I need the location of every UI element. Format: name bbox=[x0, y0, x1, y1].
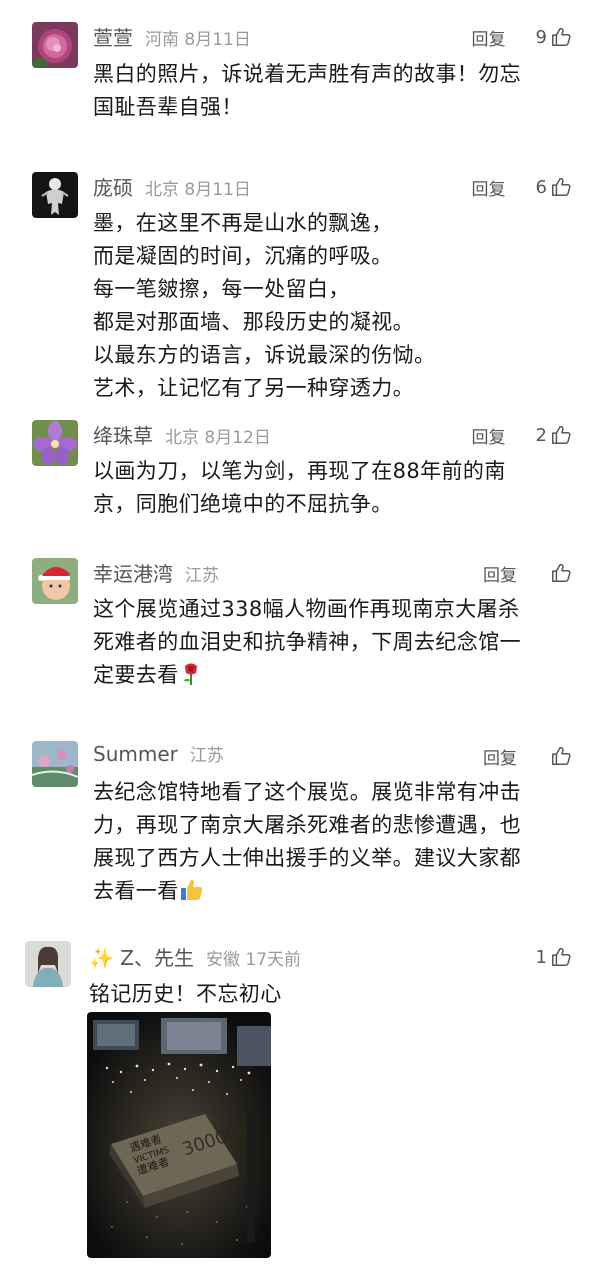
comment-line: 以最东方的语言，诉说最深的伤恸。 bbox=[93, 343, 436, 367]
like-button[interactable] bbox=[547, 562, 572, 584]
comment-line: 墨，在这里不再是山水的飘逸， bbox=[93, 211, 393, 235]
location-date: 江苏 bbox=[189, 746, 224, 766]
username[interactable]: 庞硕 bbox=[93, 172, 133, 201]
location-date: 安徽 17天前 bbox=[205, 950, 302, 970]
comment-meta: ✨ Z、先生 安徽 17天前 bbox=[89, 942, 301, 972]
comment-line: 去纪念馆特地看了这个展览。展览非常有冲击 bbox=[93, 780, 521, 804]
like-count: 9 bbox=[535, 26, 547, 48]
comment-line: 黑白的照片，诉说着无声胜有声的故事！勿忘 bbox=[93, 62, 521, 86]
comment-line: 展现了西方人士伸出援手的义举。建议大家都 bbox=[93, 846, 521, 870]
location-date: 北京 8月11日 bbox=[145, 180, 251, 200]
thumbs-up-icon bbox=[552, 947, 571, 966]
avatar[interactable] bbox=[32, 172, 78, 218]
comment-actions: 回复 2 bbox=[472, 420, 572, 450]
comment-meta: 庞硕 北京 8月11日 bbox=[93, 172, 251, 202]
comment-actions: 回复 bbox=[483, 558, 572, 588]
comment-actions: 回复 9 bbox=[472, 22, 572, 52]
like-count: 2 bbox=[535, 424, 547, 446]
like-count: 1 bbox=[535, 946, 547, 968]
reply-button[interactable]: 回复 bbox=[483, 744, 517, 769]
comment-text: 这个展览通过338幅人物画作再现南京大屠杀 死难者的血泪史和抗争精神，下周去纪念… bbox=[93, 593, 521, 692]
comment-text: 以画为刀，以笔为剑，再现了在88年前的南 京，同胞们绝境中的不屈抗争。 bbox=[93, 455, 506, 521]
reply-button[interactable]: 回复 bbox=[483, 561, 517, 586]
comment-line: 去看一看 bbox=[93, 875, 521, 908]
comment-line: 这个展览通过338幅人物画作再现南京大屠杀 bbox=[93, 597, 520, 621]
comment-line: 都是对那面墙、那段历史的凝视。 bbox=[93, 310, 414, 334]
avatar[interactable] bbox=[32, 420, 78, 466]
username-text: ✨ Z、先生 bbox=[89, 946, 194, 970]
comment-meta: 幸运港湾 江苏 bbox=[93, 558, 219, 588]
username[interactable]: ✨ Z、先生 bbox=[89, 942, 194, 971]
avatar[interactable] bbox=[32, 558, 78, 604]
comment-actions: 回复 bbox=[483, 741, 572, 771]
thumbs-up-icon bbox=[552, 425, 571, 444]
comment-photo[interactable]: 遇难者 VICTIMS 遭难者 300000 bbox=[87, 1012, 271, 1258]
comment-line: 铭记历史！不忘初心 bbox=[89, 982, 282, 1006]
comment-line: 定要去看 bbox=[93, 659, 521, 692]
reply-button[interactable]: 回复 bbox=[472, 25, 506, 50]
comment-line: 京，同胞们绝境中的不屈抗争。 bbox=[93, 492, 393, 516]
reply-button[interactable]: 回复 bbox=[472, 175, 506, 200]
comment-line: 艺术，让记忆有了另一种穿透力。 bbox=[93, 376, 414, 400]
thumbs-up-icon bbox=[552, 746, 571, 765]
comment-meta: 绛珠草 北京 8月12日 bbox=[93, 420, 271, 450]
thumbs-up-icon bbox=[552, 177, 571, 196]
location-date: 北京 8月12日 bbox=[165, 428, 271, 448]
username[interactable]: Summer bbox=[93, 742, 178, 766]
comment-text: 铭记历史！不忘初心 bbox=[89, 978, 282, 1011]
comment-actions: 回复 6 bbox=[472, 172, 572, 202]
avatar[interactable] bbox=[25, 941, 71, 987]
thumbs-up-icon bbox=[552, 563, 571, 582]
like-button[interactable] bbox=[547, 745, 572, 767]
comment-line: 以画为刀，以笔为剑，再现了在88年前的南 bbox=[93, 459, 506, 483]
comment-actions: 1 bbox=[506, 942, 572, 972]
like-button[interactable]: 2 bbox=[536, 424, 572, 446]
location-date: 江苏 bbox=[185, 566, 219, 586]
avatar[interactable] bbox=[32, 741, 78, 787]
comment-text: 黑白的照片，诉说着无声胜有声的故事！勿忘 国耻吾辈自强！ bbox=[93, 58, 521, 124]
avatar[interactable] bbox=[32, 22, 78, 68]
username[interactable]: 幸运港湾 bbox=[93, 558, 173, 587]
comment-line: 力，再现了南京大屠杀死难者的悲惨遭遇，也 bbox=[93, 813, 521, 837]
comment-line-text: 去看一看 bbox=[93, 879, 179, 903]
like-button[interactable]: 9 bbox=[536, 26, 572, 48]
comment-text: 墨，在这里不再是山水的飘逸， 而是凝固的时间，沉痛的呼吸。 每一笔皴擦，每一处留… bbox=[93, 207, 435, 405]
thumbs-up-emoji-icon bbox=[180, 879, 203, 900]
like-button[interactable]: 1 bbox=[536, 946, 572, 968]
location-date: 河南 8月11日 bbox=[145, 30, 251, 50]
comment-meta: Summer 江苏 bbox=[93, 741, 224, 771]
reply-button[interactable]: 回复 bbox=[472, 423, 506, 448]
rose-emoji-icon bbox=[183, 663, 197, 685]
comment-line: 每一笔皴擦，每一处留白， bbox=[93, 277, 350, 301]
comment-line: 国耻吾辈自强！ bbox=[93, 95, 243, 119]
comment-line: 而是凝固的时间，沉痛的呼吸。 bbox=[93, 244, 393, 268]
comment-meta: 萱萱 河南 8月11日 bbox=[93, 22, 251, 52]
like-count: 6 bbox=[535, 176, 547, 198]
comment-line: 死难者的血泪史和抗争精神，下周去纪念馆一 bbox=[93, 630, 521, 654]
comment-text: 去纪念馆特地看了这个展览。展览非常有冲击 力，再现了南京大屠杀死难者的悲惨遭遇，… bbox=[93, 776, 521, 908]
username[interactable]: 萱萱 bbox=[93, 22, 133, 51]
comment-line-text: 定要去看 bbox=[93, 663, 179, 687]
thumbs-up-icon bbox=[552, 27, 571, 46]
username[interactable]: 绛珠草 bbox=[93, 420, 153, 449]
like-button[interactable]: 6 bbox=[536, 176, 572, 198]
